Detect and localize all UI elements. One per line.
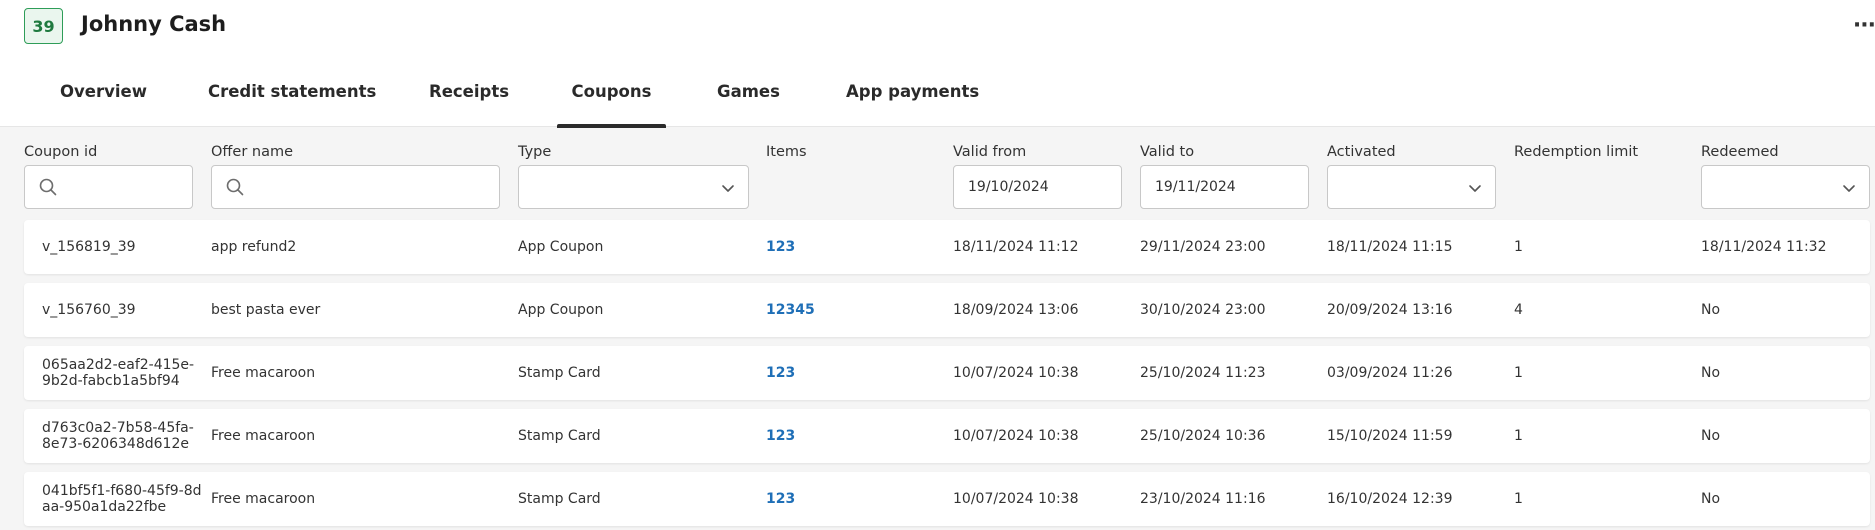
customer-number-badge: 39	[24, 8, 63, 44]
table-row[interactable]: v_156760_39 best pasta ever App Coupon 1…	[24, 283, 1870, 337]
tab-games[interactable]: Games	[717, 66, 780, 127]
tab-credit-statements[interactable]: Credit statements	[208, 66, 376, 127]
tab-app-payments[interactable]: App payments	[846, 66, 979, 127]
cell-coupon-id: v_156760_39	[42, 302, 136, 318]
cell-activated: 20/09/2024 13:16	[1327, 302, 1453, 318]
cell-offer-name: best pasta ever	[211, 302, 321, 318]
tab-coupons[interactable]: Coupons	[557, 66, 666, 128]
table-row[interactable]: 041bf5f1-f680-45f9-8daa-950a1da22fbe Fre…	[24, 472, 1870, 526]
table-row[interactable]: v_156819_39 app refund2 App Coupon 123 1…	[24, 220, 1870, 274]
customer-name: Johnny Cash	[81, 12, 227, 36]
cell-redemption-limit: 1	[1514, 491, 1523, 507]
cell-redemption-limit: 1	[1514, 239, 1523, 255]
column-header-redemption-limit: Redemption limit	[1514, 144, 1639, 160]
column-header-items: Items	[766, 144, 807, 160]
cell-valid-from: 10/07/2024 10:38	[953, 491, 1079, 507]
valid-from-input[interactable]	[954, 166, 1121, 208]
column-header-coupon-id: Coupon id	[24, 144, 98, 160]
cell-coupon-id: d763c0a2-7b58-45fa-8e73-6206348d612e	[42, 420, 194, 452]
cell-valid-to: 25/10/2024 10:36	[1140, 428, 1266, 444]
search-icon	[226, 178, 244, 196]
cell-type: App Coupon	[518, 239, 604, 255]
cell-redeemed: No	[1701, 491, 1721, 507]
cell-type: Stamp Card	[518, 491, 601, 507]
search-icon	[39, 178, 57, 196]
cell-activated: 16/10/2024 12:39	[1327, 491, 1453, 507]
cell-valid-to: 30/10/2024 23:00	[1140, 302, 1266, 318]
redeemed-select[interactable]	[1701, 165, 1870, 209]
cell-offer-name: Free macaroon	[211, 428, 316, 444]
cell-items-link[interactable]: 123	[766, 346, 795, 400]
cell-redeemed: No	[1701, 302, 1721, 318]
cell-items-link[interactable]: 123	[766, 409, 795, 463]
column-header-activated: Activated	[1327, 144, 1396, 160]
cell-redeemed: No	[1701, 365, 1721, 381]
valid-from-field	[953, 165, 1122, 209]
chevron-down-icon	[722, 185, 734, 192]
cell-valid-from: 18/11/2024 11:12	[953, 239, 1079, 255]
table-row[interactable]: 065aa2d2-eaf2-415e-9b2d-fabcb1a5bf94 Fre…	[24, 346, 1870, 400]
valid-to-input[interactable]	[1141, 166, 1308, 208]
cell-items-link[interactable]: 123	[766, 472, 795, 526]
customer-header: 39 Johnny Cash ··· Overview Credit state…	[0, 0, 1875, 128]
cell-valid-to: 23/10/2024 11:16	[1140, 491, 1266, 507]
cell-redemption-limit: 1	[1514, 428, 1523, 444]
column-header-valid-from: Valid from	[953, 144, 1027, 160]
cell-type: Stamp Card	[518, 428, 601, 444]
more-options-button[interactable]: ···	[1849, 10, 1875, 40]
cell-redemption-limit: 4	[1514, 302, 1523, 318]
cell-activated: 03/09/2024 11:26	[1327, 365, 1453, 381]
cell-type: Stamp Card	[518, 365, 601, 381]
cell-valid-to: 29/11/2024 23:00	[1140, 239, 1266, 255]
cell-coupon-id: v_156819_39	[42, 239, 136, 255]
tab-overview[interactable]: Overview	[60, 66, 147, 127]
activated-select[interactable]	[1327, 165, 1496, 209]
cell-valid-from: 10/07/2024 10:38	[953, 428, 1079, 444]
cell-offer-name: Free macaroon	[211, 365, 316, 381]
cell-valid-from: 10/07/2024 10:38	[953, 365, 1079, 381]
cell-redeemed: No	[1701, 428, 1721, 444]
offer-name-search-input[interactable]	[212, 166, 499, 208]
more-horizontal-icon: ···	[1852, 12, 1875, 38]
cell-offer-name: app refund2	[211, 239, 297, 255]
column-header-type: Type	[518, 144, 552, 160]
cell-type: App Coupon	[518, 302, 604, 318]
cell-redeemed: 18/11/2024 11:32	[1701, 239, 1827, 255]
cell-redemption-limit: 1	[1514, 365, 1523, 381]
cell-activated: 18/11/2024 11:15	[1327, 239, 1453, 255]
column-header-offer-name: Offer name	[211, 144, 294, 160]
table-row[interactable]: d763c0a2-7b58-45fa-8e73-6206348d612e Fre…	[24, 409, 1870, 463]
cell-coupon-id: 065aa2d2-eaf2-415e-9b2d-fabcb1a5bf94	[42, 357, 195, 389]
coupon-id-search-field	[24, 165, 193, 209]
cell-valid-to: 25/10/2024 11:23	[1140, 365, 1266, 381]
column-header-redeemed: Redeemed	[1701, 144, 1779, 160]
chevron-down-icon	[1843, 185, 1855, 192]
column-header-valid-to: Valid to	[1140, 144, 1195, 160]
tab-receipts[interactable]: Receipts	[429, 66, 509, 127]
cell-offer-name: Free macaroon	[211, 491, 316, 507]
cell-items-link[interactable]: 123	[766, 220, 795, 274]
cell-items-link[interactable]: 12345	[766, 283, 815, 337]
filter-bar: Coupon id Offer name Type Items Valid fr…	[0, 127, 1875, 217]
chevron-down-icon	[1469, 185, 1481, 192]
cell-coupon-id: 041bf5f1-f680-45f9-8daa-950a1da22fbe	[42, 483, 202, 515]
cell-activated: 15/10/2024 11:59	[1327, 428, 1453, 444]
cell-valid-from: 18/09/2024 13:06	[953, 302, 1079, 318]
valid-to-field	[1140, 165, 1309, 209]
type-select[interactable]	[518, 165, 749, 209]
offer-name-search-field	[211, 165, 500, 209]
